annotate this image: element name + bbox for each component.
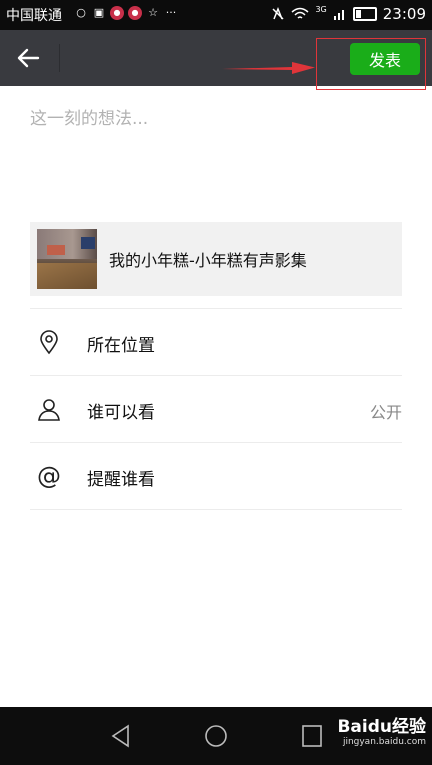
shared-link-card[interactable]: 我的小年糕-小年糕有声影集 <box>30 222 402 296</box>
silent-mode-icon <box>272 7 284 20</box>
carrier-name: 中国联通 <box>6 8 62 24</box>
moment-text-input[interactable] <box>30 104 402 204</box>
mention-option[interactable]: @ 提醒谁看 <box>30 442 402 510</box>
battery-icon <box>352 7 377 21</box>
nav-home-icon[interactable] <box>201 723 231 749</box>
status-bar: 中国联通 ○ ▣ ● ● ☆ ··· 3G 23:09 <box>0 0 432 30</box>
person-icon <box>38 399 60 421</box>
notification-icons: ○ ▣ ● ● ☆ ··· <box>74 6 178 20</box>
title-bar: 发表 <box>0 30 432 86</box>
signal-icon <box>333 10 344 20</box>
watermark-url: jingyan.baidu.com <box>342 737 426 747</box>
app-notification-icon: ● <box>128 6 142 20</box>
wifi-icon <box>291 7 309 19</box>
title-divider <box>59 44 60 72</box>
status-time: 23:09 <box>382 5 426 23</box>
image-notification-icon: ▣ <box>93 6 105 19</box>
back-arrow-icon <box>17 48 40 68</box>
more-notifications-icon: ··· <box>165 6 177 19</box>
watermark-brand: Baidu经验 <box>337 717 426 737</box>
publish-button[interactable]: 发表 <box>350 43 420 75</box>
visibility-value: 公开 <box>369 403 402 422</box>
visibility-option[interactable]: 谁可以看 公开 <box>30 375 402 442</box>
shared-link-thumbnail <box>37 229 97 289</box>
app-notification-icon: ● <box>110 6 124 20</box>
shared-link-title: 我的小年糕-小年糕有声影集 <box>109 251 307 270</box>
pointer-arrow-icon <box>222 62 315 74</box>
location-pin-icon <box>40 330 58 355</box>
baidu-watermark: Baidu经验 jingyan.baidu.com <box>314 712 426 758</box>
mention-label: 提醒谁看 <box>87 470 155 490</box>
at-icon: @ <box>37 462 61 490</box>
chat-notification-icon: ○ <box>76 6 86 19</box>
back-button[interactable] <box>12 42 48 74</box>
network-type-label: 3G <box>315 4 327 14</box>
star-notification-icon: ☆ <box>148 6 158 19</box>
location-label: 所在位置 <box>87 336 155 356</box>
location-option[interactable]: 所在位置 <box>30 308 402 375</box>
visibility-label: 谁可以看 <box>87 403 155 423</box>
nav-back-icon[interactable] <box>106 723 136 749</box>
system-status-icons: 3G 23:09 <box>271 5 426 23</box>
